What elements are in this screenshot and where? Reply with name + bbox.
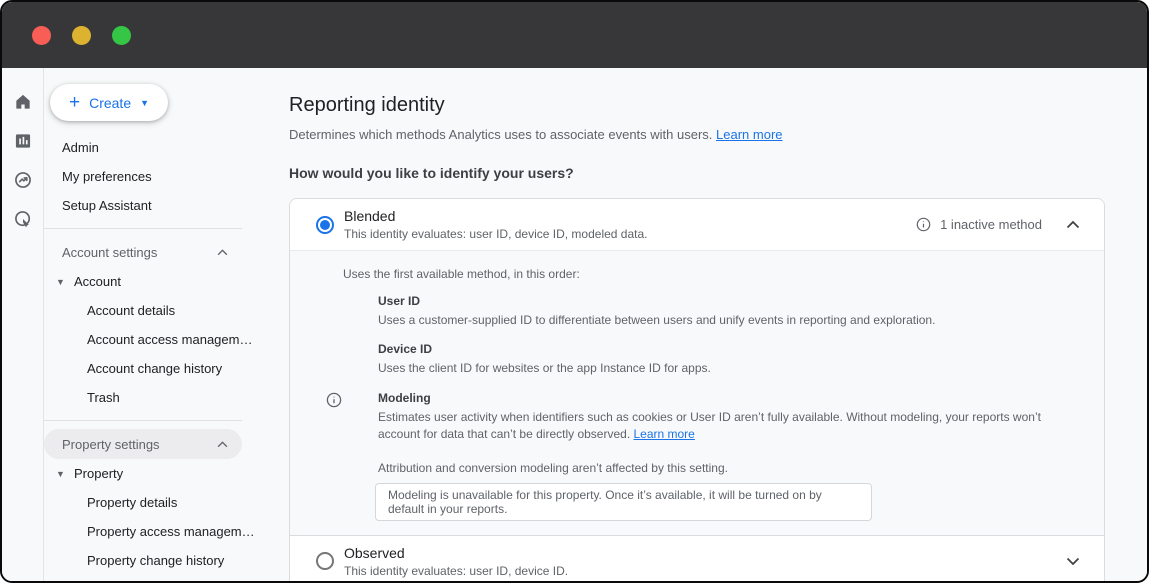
inactive-method-badge: 1 inactive method (940, 217, 1042, 232)
method-modeling-description: Estimates user activity when identifiers… (378, 409, 1068, 444)
blended-label: Blended (344, 208, 648, 224)
sidebar-item-property-access-management[interactable]: Property access managem… (44, 517, 274, 546)
observed-radio[interactable] (316, 552, 334, 570)
chevron-up-icon (217, 249, 228, 256)
sidebar-group-property-label: Property (74, 466, 123, 481)
minimize-window-button[interactable] (72, 26, 91, 45)
sidebar-item-account-details[interactable]: Account details (44, 296, 274, 325)
sidebar-item-account-change-history[interactable]: Account change history (44, 354, 274, 383)
sidebar-divider (44, 228, 242, 229)
info-icon (326, 392, 342, 408)
main-content: Reporting identity Determines which meth… (274, 68, 1149, 581)
advertising-icon[interactable] (13, 209, 33, 229)
sidebar-item-property-details[interactable]: Property details (44, 488, 274, 517)
sidebar-item-property-change-history[interactable]: Property change history (44, 546, 274, 575)
sidebar-item-admin[interactable]: Admin (44, 133, 274, 162)
section-property-settings-label: Property settings (62, 437, 160, 452)
create-button-label: Create (89, 95, 131, 111)
observed-description: This identity evaluates: user ID, device… (344, 564, 568, 578)
chevron-down-icon: ▼ (140, 98, 149, 108)
sidebar-item-account-access-management[interactable]: Account access managem… (44, 325, 274, 354)
home-icon[interactable] (13, 92, 33, 112)
sidebar-item-my-preferences[interactable]: My preferences (44, 162, 274, 191)
observed-text: Observed This identity evaluates: user I… (344, 545, 568, 578)
blended-expanded-detail: Uses the first available method, in this… (290, 250, 1104, 535)
chevron-up-icon (217, 441, 228, 448)
learn-more-link[interactable]: Learn more (716, 127, 782, 142)
option-blended[interactable]: Blended This identity evaluates: user ID… (290, 199, 1104, 250)
method-order-intro: Uses the first available method, in this… (343, 267, 1104, 281)
page-title: Reporting identity (289, 94, 1105, 117)
admin-sidebar: + Create ▼ Admin My preferences Setup As… (44, 68, 274, 581)
attribution-note: Attribution and conversion modeling aren… (378, 461, 1104, 475)
app-window: + Create ▼ Admin My preferences Setup As… (0, 0, 1149, 583)
expand-chevron-down-icon[interactable] (1066, 557, 1080, 566)
caret-down-icon: ▼ (44, 277, 74, 287)
sidebar-divider (44, 420, 242, 421)
modeling-learn-more-link[interactable]: Learn more (633, 427, 694, 441)
sidebar-item-scheduled-emails[interactable]: Scheduled emails (44, 575, 274, 581)
method-modeling-name: Modeling (378, 391, 1068, 405)
sidebar-group-property[interactable]: ▼ Property (44, 459, 274, 488)
left-icon-rail (2, 68, 44, 581)
method-device-id-name: Device ID (378, 342, 1104, 356)
caret-down-icon: ▼ (44, 469, 74, 479)
method-modeling-description-text: Estimates user activity when identifiers… (378, 410, 1041, 441)
reporting-identity-card: Blended This identity evaluates: user ID… (289, 198, 1105, 583)
method-device-id: Device ID Uses the client ID for website… (378, 342, 1104, 377)
section-account-settings[interactable]: Account settings (44, 237, 242, 267)
method-user-id-description: Uses a customer-supplied ID to different… (378, 312, 1104, 329)
explore-icon[interactable] (13, 170, 33, 190)
sidebar-item-setup-assistant[interactable]: Setup Assistant (44, 191, 274, 220)
observed-right (1042, 557, 1080, 566)
sidebar-group-account-label: Account (74, 274, 121, 289)
close-window-button[interactable] (32, 26, 51, 45)
plus-icon: + (69, 93, 80, 112)
window-titlebar (2, 2, 1147, 68)
blended-right: 1 inactive method (916, 217, 1080, 232)
sidebar-group-account[interactable]: ▼ Account (44, 267, 274, 296)
blended-text: Blended This identity evaluates: user ID… (344, 208, 648, 241)
zoom-window-button[interactable] (112, 26, 131, 45)
method-modeling: Modeling Estimates user activity when id… (290, 391, 1104, 444)
sidebar-item-trash[interactable]: Trash (44, 383, 274, 412)
observed-label: Observed (344, 545, 568, 561)
page-description: Determines which methods Analytics uses … (289, 127, 1105, 142)
page-description-text: Determines which methods Analytics uses … (289, 127, 716, 142)
identity-question: How would you like to identify your user… (289, 165, 1105, 181)
create-button[interactable]: + Create ▼ (50, 84, 168, 121)
method-user-id-name: User ID (378, 294, 1104, 308)
modeling-unavailable-notice: Modeling is unavailable for this propert… (375, 483, 872, 521)
reports-icon[interactable] (13, 131, 33, 151)
collapse-chevron-up-icon[interactable] (1066, 220, 1080, 229)
method-modeling-text: Modeling Estimates user activity when id… (378, 391, 1068, 444)
modeling-info-col (290, 391, 378, 444)
blended-description: This identity evaluates: user ID, device… (344, 227, 648, 241)
option-observed[interactable]: Observed This identity evaluates: user I… (290, 535, 1104, 583)
section-property-settings[interactable]: Property settings (44, 429, 242, 459)
section-account-settings-label: Account settings (62, 245, 157, 260)
app-body: + Create ▼ Admin My preferences Setup As… (2, 68, 1147, 581)
sidebar-nav: Admin My preferences Setup Assistant Acc… (44, 133, 274, 581)
blended-radio[interactable] (316, 216, 334, 234)
info-icon (916, 217, 931, 232)
method-user-id: User ID Uses a customer-supplied ID to d… (378, 294, 1104, 329)
method-device-id-description: Uses the client ID for websites or the a… (378, 360, 1104, 377)
